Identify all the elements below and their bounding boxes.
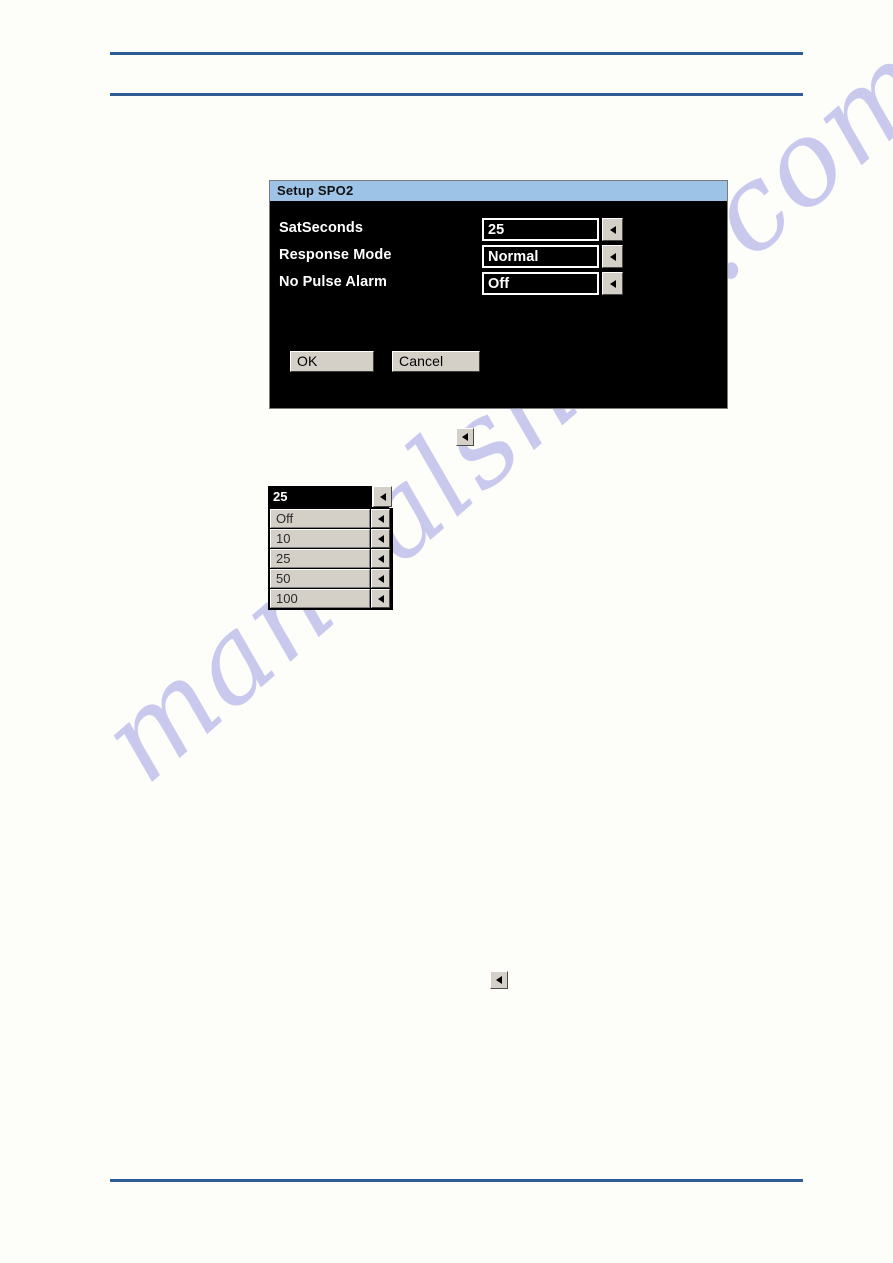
list-item[interactable]: Off — [270, 509, 390, 529]
field-input-response-mode[interactable]: Normal — [482, 245, 599, 268]
left-triangle-icon[interactable] — [371, 549, 390, 568]
field-value-response-mode: Normal — [488, 249, 539, 265]
dialog-title: Setup SPO2 — [277, 183, 354, 198]
footer-rule — [110, 1179, 803, 1182]
list-item[interactable]: 50 — [270, 569, 390, 589]
left-triangle-icon[interactable] — [373, 486, 392, 507]
field-row-response-mode: Response Mode Normal — [270, 245, 727, 269]
dropdown-selected-value: 25 — [273, 489, 288, 504]
list-item-label: 25 — [276, 551, 291, 566]
dropdown-option-list: Off 10 25 50 100 — [268, 507, 390, 610]
field-input-no-pulse-alarm[interactable]: Off — [482, 272, 599, 295]
ok-button[interactable]: OK — [290, 351, 374, 372]
list-item-label: 10 — [276, 531, 291, 546]
list-item-face: Off — [270, 509, 370, 528]
left-triangle-icon[interactable] — [456, 428, 474, 446]
list-item-label: 50 — [276, 571, 291, 586]
left-triangle-icon[interactable] — [602, 245, 623, 268]
satseconds-dropdown: 25 Off 10 25 50 100 — [268, 486, 393, 610]
list-item-face: 10 — [270, 529, 370, 548]
list-item-label: Off — [276, 511, 294, 526]
document-page: manualshive.com Setup SPO2 SatSeconds 25… — [0, 0, 893, 1263]
left-triangle-icon[interactable] — [371, 529, 390, 548]
header-rule-bottom — [110, 93, 803, 96]
left-triangle-icon[interactable] — [490, 971, 508, 989]
left-triangle-icon[interactable] — [371, 589, 390, 608]
list-item-face: 100 — [270, 589, 370, 608]
cancel-button[interactable]: Cancel — [392, 351, 480, 372]
left-triangle-icon[interactable] — [602, 272, 623, 295]
list-item[interactable]: 25 — [270, 549, 390, 569]
field-row-satseconds: SatSeconds 25 — [270, 218, 727, 242]
field-input-satseconds[interactable]: 25 — [482, 218, 599, 241]
left-triangle-icon[interactable] — [602, 218, 623, 241]
dialog-titlebar: Setup SPO2 — [270, 181, 727, 201]
watermark-text: manualshive.com — [75, 16, 893, 809]
header-rule-top — [110, 52, 803, 55]
left-triangle-icon[interactable] — [371, 569, 390, 588]
field-row-no-pulse-alarm: No Pulse Alarm Off — [270, 272, 727, 296]
list-item-face: 25 — [270, 549, 370, 568]
list-item-label: 100 — [276, 591, 298, 606]
field-label-satseconds: SatSeconds — [279, 220, 363, 236]
list-item-face: 50 — [270, 569, 370, 588]
list-item[interactable]: 10 — [270, 529, 390, 549]
left-triangle-icon[interactable] — [371, 509, 390, 528]
list-item[interactable]: 100 — [270, 589, 390, 609]
setup-spo2-dialog: Setup SPO2 SatSeconds 25 Response Mode N… — [269, 180, 728, 409]
field-value-no-pulse-alarm: Off — [488, 276, 510, 292]
field-label-response-mode: Response Mode — [279, 247, 392, 263]
dropdown-selected-value-box[interactable]: 25 — [268, 486, 372, 507]
field-value-satseconds: 25 — [488, 222, 505, 238]
field-label-no-pulse-alarm: No Pulse Alarm — [279, 274, 388, 290]
